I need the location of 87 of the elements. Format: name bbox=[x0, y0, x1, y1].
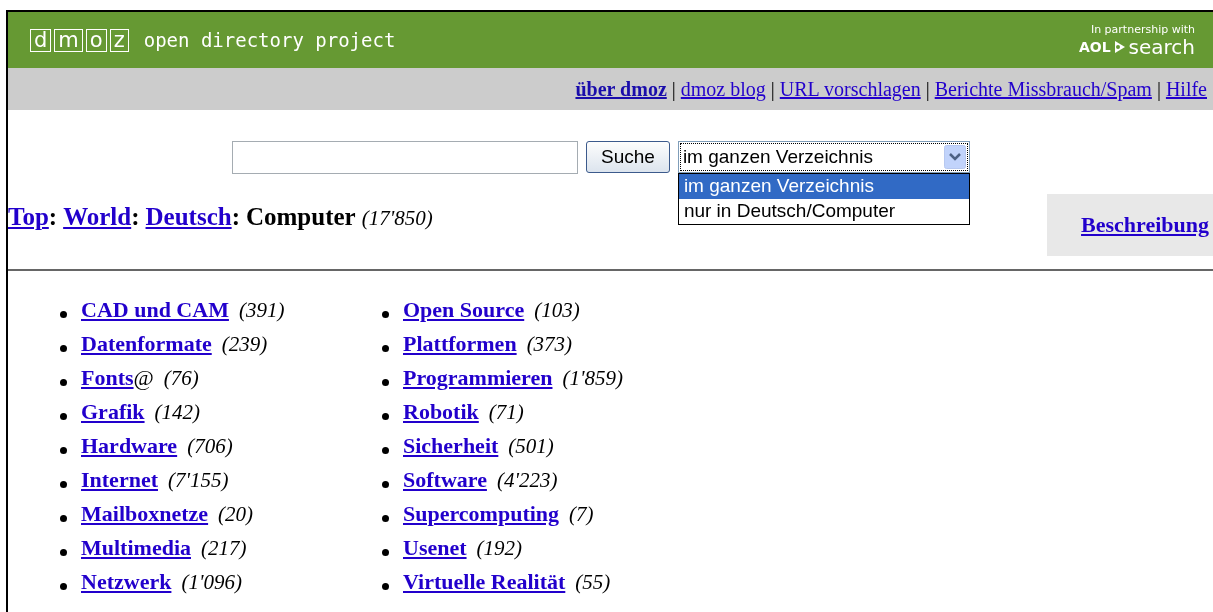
breadcrumb-link[interactable]: World bbox=[63, 203, 132, 231]
partner-brand: AOL bbox=[1078, 38, 1111, 55]
category-link[interactable]: Grafik bbox=[81, 399, 145, 425]
category-link[interactable]: Fonts bbox=[81, 365, 134, 391]
category-count: (55) bbox=[575, 570, 611, 595]
logo-letter: z bbox=[109, 28, 129, 52]
category-count: (20) bbox=[218, 502, 254, 527]
category-count: (103) bbox=[534, 298, 580, 323]
category-link[interactable]: Software bbox=[403, 467, 487, 493]
nav-link[interactable]: über dmoz bbox=[575, 77, 667, 101]
scope-dropdown[interactable]: im ganzen Verzeichnis bbox=[677, 141, 970, 173]
bullet bbox=[382, 310, 389, 318]
bullet bbox=[60, 344, 67, 352]
category-link[interactable]: Open Source bbox=[403, 297, 525, 323]
category-count: (76) bbox=[163, 366, 199, 391]
category-count: (7) bbox=[569, 502, 594, 527]
category-count: (391) bbox=[238, 298, 285, 323]
dropdown-option[interactable]: im ganzen Verzeichnis bbox=[678, 174, 969, 199]
bullet bbox=[382, 446, 389, 454]
bullet bbox=[382, 514, 389, 522]
category-link[interactable]: Sicherheit bbox=[403, 433, 499, 459]
category-count: (217) bbox=[201, 536, 247, 561]
bullet bbox=[60, 310, 67, 318]
breadcrumb-link[interactable]: Deutsch bbox=[145, 203, 232, 231]
bullet bbox=[382, 548, 389, 556]
nav-link[interactable]: Hilfe bbox=[1165, 77, 1207, 101]
nav-link[interactable]: Berichte Missbrauch/Spam bbox=[934, 77, 1152, 101]
nav-separator: | bbox=[1156, 77, 1161, 101]
breadcrumb-link[interactable]: Top bbox=[8, 203, 49, 231]
category-link[interactable]: Mailboxnetze bbox=[81, 501, 209, 527]
bullet bbox=[382, 344, 389, 352]
current-category: Computer bbox=[245, 203, 356, 231]
category-link[interactable]: Netzwerk bbox=[81, 569, 172, 595]
nav-separator: | bbox=[925, 77, 930, 101]
bullet bbox=[382, 582, 389, 590]
symlink-mark: @ bbox=[133, 365, 154, 391]
category-count: (1'859) bbox=[562, 366, 623, 391]
nav-separator: | bbox=[770, 77, 775, 101]
search-button[interactable]: Suche bbox=[586, 141, 670, 173]
bullet bbox=[382, 412, 389, 420]
triangle-icon bbox=[1112, 39, 1127, 54]
category-link[interactable]: Internet bbox=[81, 467, 158, 493]
category-count: (1'096) bbox=[181, 570, 242, 595]
logo-letter: o bbox=[85, 28, 107, 52]
bullet bbox=[60, 412, 67, 420]
site-tagline: open directory project bbox=[143, 29, 396, 51]
breadcrumb-separator: : bbox=[131, 203, 140, 231]
breadcrumb-separator: : bbox=[48, 203, 58, 231]
category-link[interactable]: Usenet bbox=[403, 535, 467, 561]
bullet bbox=[60, 582, 67, 590]
category-link[interactable]: Multimedia bbox=[81, 535, 191, 561]
bullet bbox=[60, 514, 67, 522]
bullet bbox=[60, 480, 67, 488]
category-count: (142) bbox=[154, 400, 201, 425]
description-link[interactable]: Beschreibung bbox=[1047, 194, 1213, 256]
partner-product: search bbox=[1128, 35, 1195, 58]
category-count: (17'850) bbox=[361, 206, 433, 231]
category-link[interactable]: Hardware bbox=[81, 433, 178, 459]
category-link[interactable]: Plattformen bbox=[403, 331, 517, 357]
nav-link[interactable]: URL vorschlagen bbox=[779, 77, 921, 101]
category-link[interactable]: CAD und CAM bbox=[81, 297, 229, 323]
category-link[interactable]: Robotik bbox=[403, 399, 479, 425]
category-count: (501) bbox=[508, 434, 554, 459]
nav-link[interactable]: dmoz blog bbox=[680, 77, 766, 101]
nav-separator: | bbox=[671, 77, 676, 101]
category-link[interactable]: Supercomputing bbox=[403, 501, 560, 527]
category-link[interactable]: Datenformate bbox=[81, 331, 212, 357]
category-count: (239) bbox=[221, 332, 268, 357]
category-link[interactable]: Programmieren bbox=[403, 365, 553, 391]
partner-note: In partnership with bbox=[1090, 22, 1195, 36]
bullet bbox=[60, 446, 67, 454]
category-count: (373) bbox=[526, 332, 573, 357]
breadcrumb-separator: : bbox=[231, 203, 240, 231]
category-count: (71) bbox=[488, 400, 524, 425]
bullet bbox=[60, 548, 67, 556]
logo-letter: d bbox=[30, 28, 52, 52]
search-field[interactable] bbox=[232, 141, 578, 174]
logo-letter: m bbox=[54, 28, 83, 52]
bullet bbox=[382, 480, 389, 488]
category-count: (7'155) bbox=[168, 468, 229, 493]
bullet bbox=[60, 378, 67, 386]
category-link[interactable]: Virtuelle Realität bbox=[403, 569, 566, 595]
category-count: (4'223) bbox=[496, 468, 558, 493]
caret-icon bbox=[943, 145, 966, 169]
category-count: (192) bbox=[476, 536, 523, 561]
bullet bbox=[382, 378, 389, 386]
category-count: (706) bbox=[187, 434, 233, 459]
